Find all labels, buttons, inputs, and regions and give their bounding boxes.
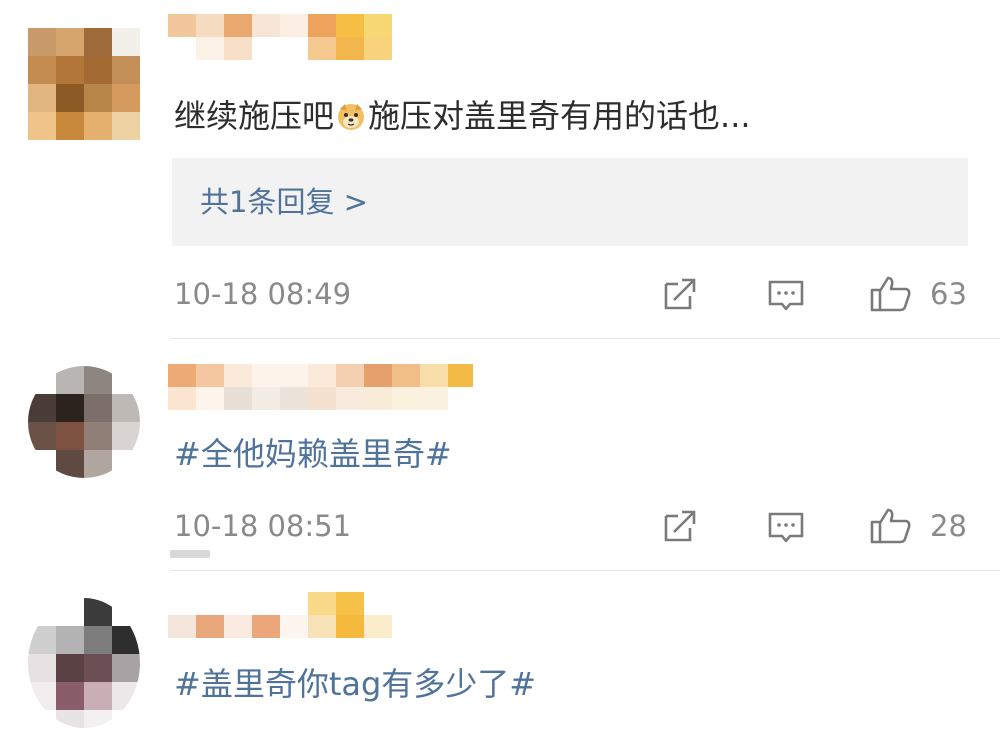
avatar-mosaic [28,598,140,728]
comment-icon[interactable] [766,274,806,314]
divider [170,338,1000,339]
reply-count-link[interactable]: 共1条回复 > [200,182,368,222]
divider [170,570,1000,571]
comment-text-after: 施压对盖里奇有用的话也... [368,97,751,135]
doge-emoji-icon [336,100,366,130]
avatar-mosaic [28,28,140,140]
comment-text[interactable]: #盖里奇你tag有多少了# [174,664,536,704]
thumbs-up-icon[interactable] [868,506,914,546]
username-blurred[interactable] [168,14,418,60]
share-icon[interactable] [660,274,700,314]
like-count: 63 [930,277,967,311]
share-icon[interactable] [660,506,700,546]
comment-text-before: 继续施压吧 [174,97,335,135]
username-blurred[interactable] [168,592,418,638]
username-blurred[interactable] [168,364,473,410]
comment-text[interactable]: #全他妈赖盖里奇# [174,434,452,474]
comment-icon[interactable] [766,506,806,546]
avatar-mosaic [28,366,140,478]
thumbs-up-icon[interactable] [868,274,914,314]
comment-meta: 10-18 08:51 28 [0,504,1000,548]
comment-time: 10-18 08:51 [174,509,352,543]
divider [170,550,210,558]
avatar[interactable] [28,598,140,728]
avatar[interactable] [28,366,140,478]
comment-time: 10-18 08:49 [174,277,352,311]
comment-meta: 10-18 08:49 63 [0,272,1000,316]
reply-summary[interactable]: 共1条回复 > [172,158,968,246]
reply-count-label: 共1条回复 [200,185,344,219]
avatar[interactable] [28,28,140,140]
chevron-right-icon: > [343,185,368,219]
like-count: 28 [930,509,967,543]
comment-text: 继续施压吧 施压对盖里奇有用的话也... [174,96,751,136]
